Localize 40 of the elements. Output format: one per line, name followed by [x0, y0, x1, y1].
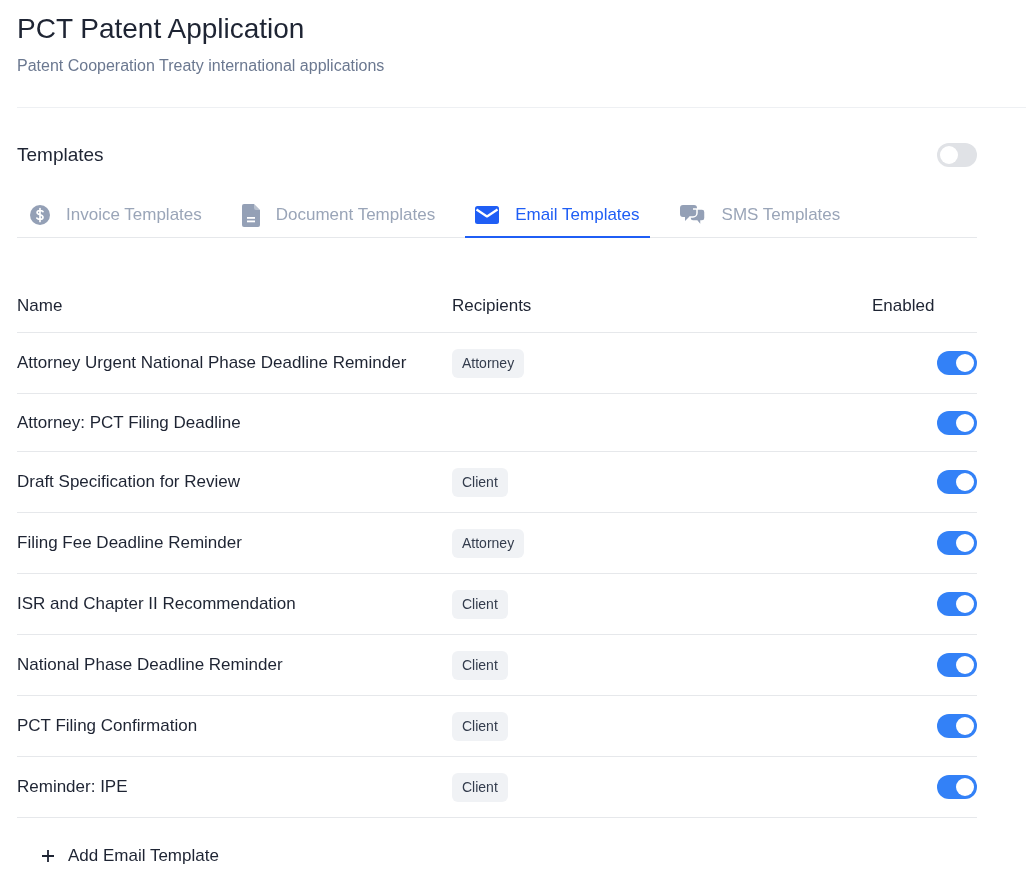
toggle-switch[interactable]: [937, 470, 977, 494]
recipient-tag: Attorney: [452, 528, 525, 558]
envelope-icon: [475, 206, 500, 224]
column-header: Enabled: [872, 294, 936, 317]
dollar-icon: [30, 205, 50, 225]
recipient-tag: Client: [452, 650, 508, 680]
page-subtitle: Patent Cooperation Treaty international applications: [17, 56, 386, 76]
toggle-switch[interactable]: [937, 714, 977, 738]
template-name: Attorney Urgent National Phase Deadline Reminder: [17, 352, 408, 374]
recipient-tag: Client: [452, 772, 508, 802]
toggle-switch[interactable]: [937, 351, 977, 375]
plus-icon: [42, 849, 54, 862]
recipient-tag: Client: [452, 711, 508, 741]
template-name: Filing Fee Deadline Reminder: [17, 532, 243, 554]
document-icon: [241, 203, 260, 227]
tab[interactable]: Document Templates: [231, 194, 446, 238]
tab[interactable]: Invoice Templates: [20, 194, 212, 238]
toggle-switch[interactable]: [937, 775, 977, 799]
toggle-switch[interactable]: [937, 592, 977, 616]
recipient-tag: Client: [452, 589, 508, 619]
recipient-tag: Attorney: [452, 348, 525, 378]
toggle-switch[interactable]: [937, 653, 977, 677]
toggle-switch[interactable]: [937, 410, 977, 435]
tab[interactable]: SMS Templates: [669, 194, 851, 238]
section-title: Templates: [17, 143, 104, 167]
toggle-switch[interactable]: [937, 531, 977, 555]
template-name: ISR and Chapter II Recommendation: [17, 593, 297, 615]
add-template-button[interactable]: Add Email Template: [30, 835, 231, 877]
chat-bubbles-icon: [679, 203, 706, 227]
template-name: Draft Specification for Review: [17, 471, 241, 493]
tab[interactable]: Email Templates: [465, 194, 650, 238]
template-name: Reminder: IPE: [17, 776, 129, 798]
page-title: PCT Patent Application: [17, 12, 306, 46]
column-header: Recipients: [452, 294, 533, 317]
recipient-tag: Client: [452, 467, 508, 497]
template-name: Attorney: PCT Filing Deadline: [17, 411, 242, 434]
toggle-switch[interactable]: [937, 143, 977, 167]
column-header: Name: [17, 294, 64, 317]
template-name: National Phase Deadline Reminder: [17, 654, 284, 676]
template-name: PCT Filing Confirmation: [17, 715, 199, 737]
